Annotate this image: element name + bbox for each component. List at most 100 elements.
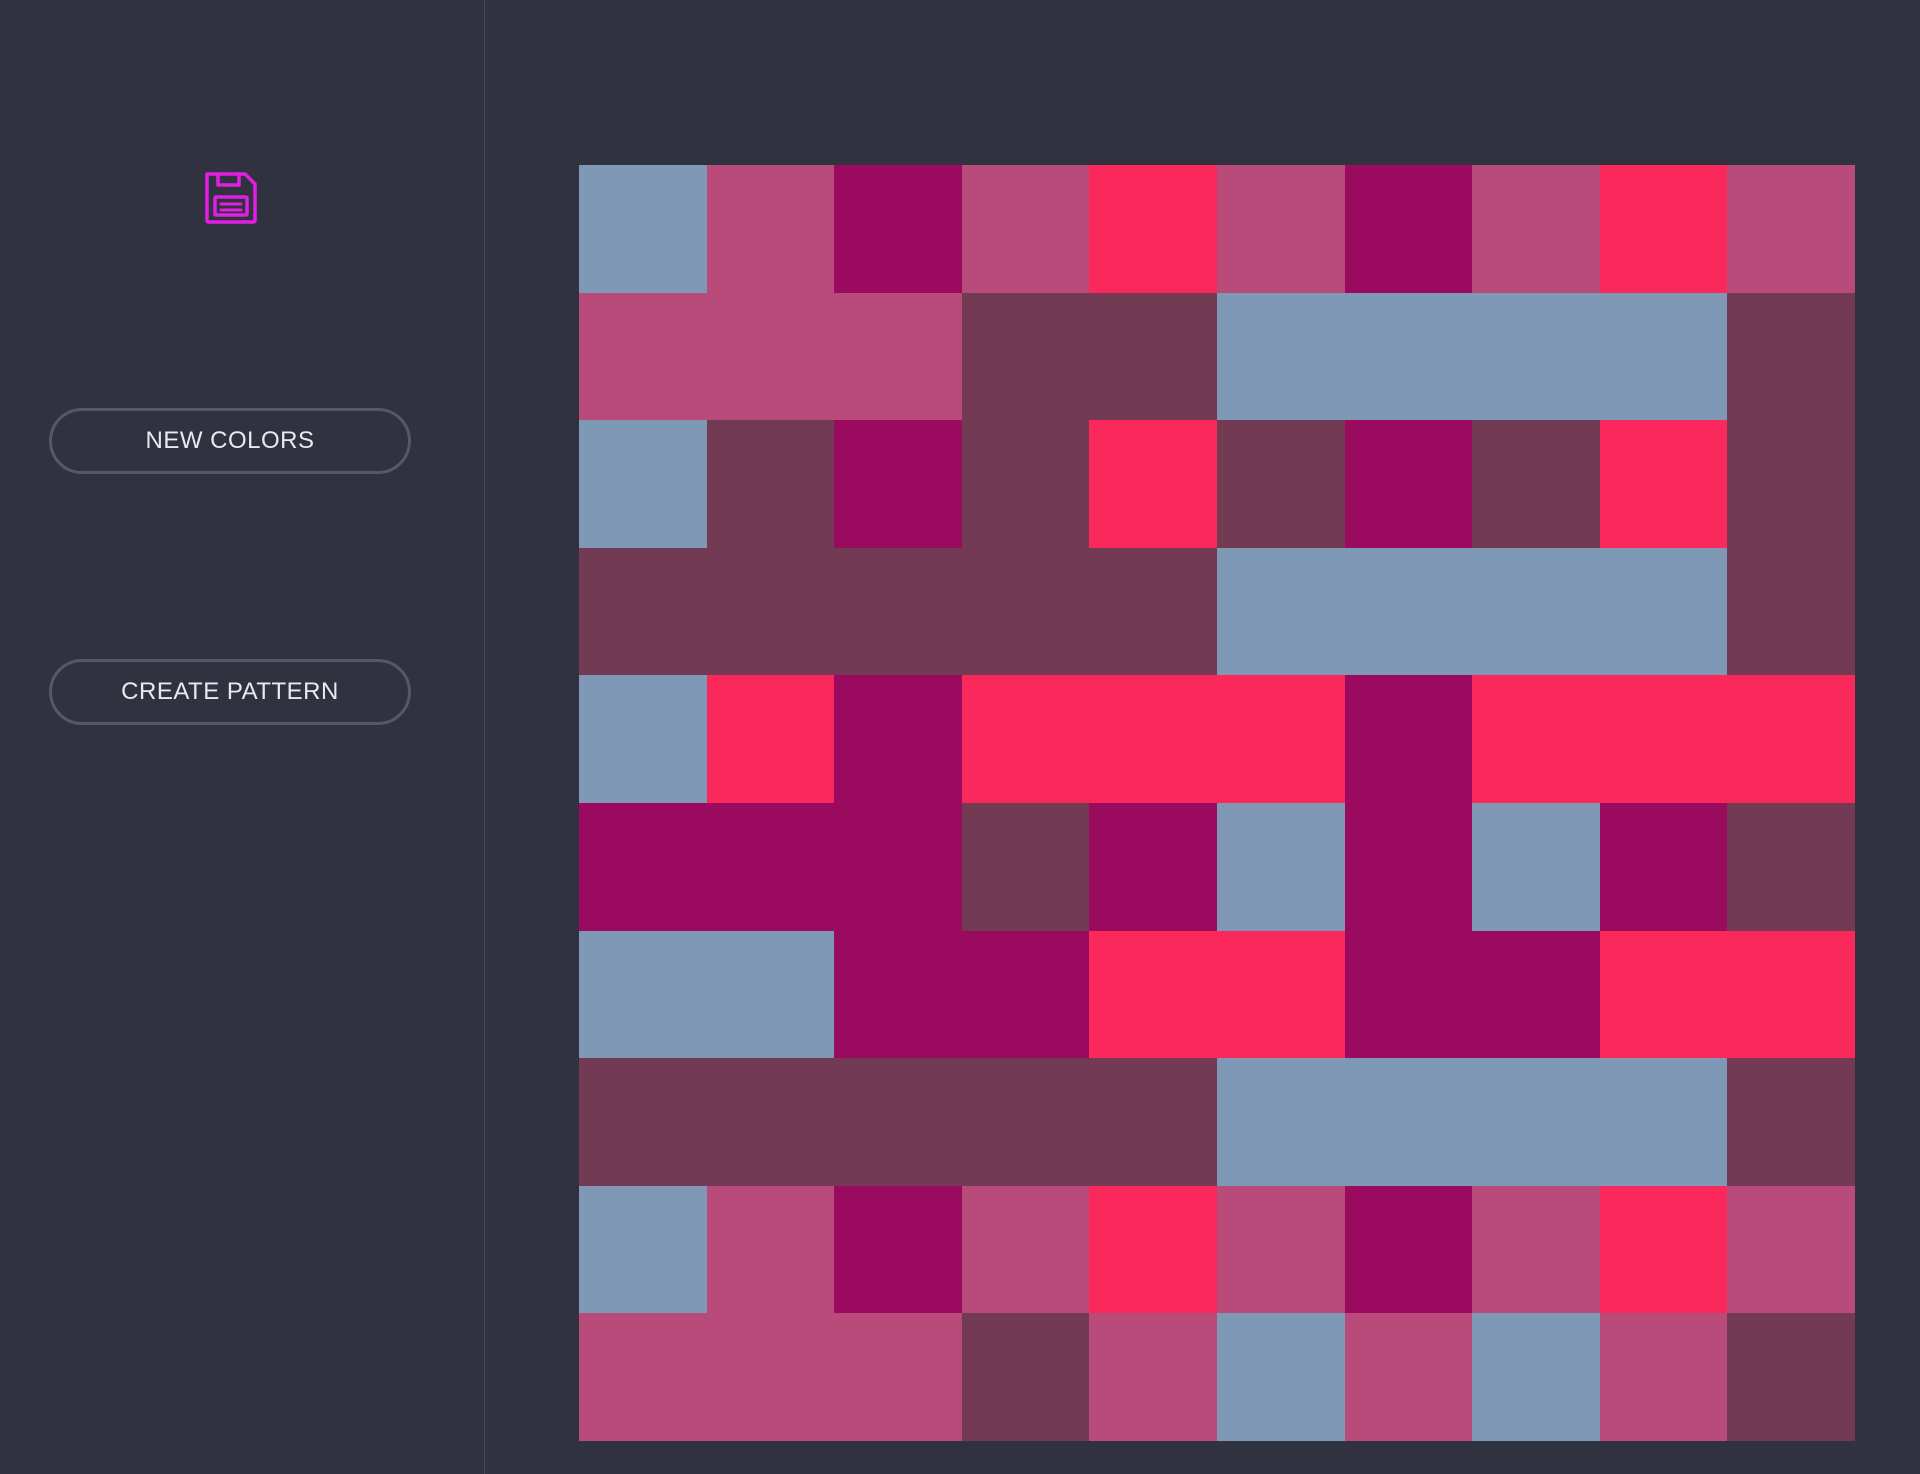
pattern-cell xyxy=(1727,675,1855,803)
pattern-cell xyxy=(1344,1313,1473,1441)
pattern-cell xyxy=(1089,420,1217,548)
pattern-cell xyxy=(1089,165,1217,293)
pattern-cell xyxy=(1089,930,1217,1059)
pattern-cell xyxy=(1472,1058,1600,1186)
pattern-cell xyxy=(1599,930,1728,1059)
pattern-cell xyxy=(1344,930,1473,1059)
pattern-cell xyxy=(834,930,962,1059)
pattern-cell xyxy=(1216,675,1345,803)
pattern-cell xyxy=(579,1313,707,1441)
pattern-cell xyxy=(1344,1058,1473,1186)
pattern-cell xyxy=(834,547,962,676)
pattern-cell xyxy=(579,802,707,931)
pattern-cell xyxy=(1727,1313,1855,1441)
pattern-cell xyxy=(1216,165,1345,293)
pattern-cell xyxy=(1216,292,1345,421)
pattern-cell xyxy=(1216,930,1345,1059)
pattern-cell xyxy=(1599,165,1728,293)
create-pattern-button[interactable]: CREATE PATTERN xyxy=(49,659,411,725)
pattern-cell xyxy=(1599,1313,1728,1441)
pattern-cell xyxy=(706,1313,835,1441)
pattern-cell xyxy=(834,675,962,803)
pattern-cell xyxy=(706,420,835,548)
pattern-cell xyxy=(706,930,835,1059)
pattern-cell xyxy=(1344,547,1473,676)
pattern-cell xyxy=(1216,802,1345,931)
floppy-disk-icon[interactable] xyxy=(201,167,261,227)
pattern-cell xyxy=(1727,547,1855,676)
sidebar: NEW COLORS CREATE PATTERN xyxy=(0,0,485,1474)
pattern-cell xyxy=(1344,675,1473,803)
pattern-cell xyxy=(834,1313,962,1441)
pattern-cell xyxy=(1472,802,1600,931)
pattern-cell xyxy=(706,165,835,293)
pattern-cell xyxy=(834,420,962,548)
pattern-cell xyxy=(579,292,707,421)
pattern-cell xyxy=(1472,547,1600,676)
pattern-cell xyxy=(1599,1185,1728,1314)
pattern-cell xyxy=(1089,802,1217,931)
pattern-cell xyxy=(1216,1185,1345,1314)
pattern-cell xyxy=(1599,1058,1728,1186)
pattern-cell xyxy=(706,675,835,803)
pattern-cell xyxy=(1216,1058,1345,1186)
app-window: NEW COLORS CREATE PATTERN xyxy=(0,0,1920,1474)
pattern-cell xyxy=(1344,165,1473,293)
pattern-cell xyxy=(1472,930,1600,1059)
pattern-cell xyxy=(1344,292,1473,421)
pattern-cell xyxy=(579,675,707,803)
pattern-cell xyxy=(1472,165,1600,293)
pattern-cell xyxy=(1089,547,1217,676)
pattern-cell xyxy=(1089,1313,1217,1441)
pattern-cell xyxy=(1472,675,1600,803)
pattern-cell xyxy=(961,547,1090,676)
pattern-cell xyxy=(706,1185,835,1314)
pattern-cell xyxy=(961,1058,1090,1186)
pattern-canvas-area xyxy=(485,0,1920,1474)
pattern-cell xyxy=(1344,1185,1473,1314)
pattern-cell xyxy=(1344,802,1473,931)
pattern-cell xyxy=(1727,1185,1855,1314)
pattern-cell xyxy=(1216,547,1345,676)
pattern-grid[interactable] xyxy=(579,165,1855,1441)
pattern-cell xyxy=(1727,165,1855,293)
pattern-cell xyxy=(1216,1313,1345,1441)
pattern-cell xyxy=(706,802,835,931)
pattern-cell xyxy=(1599,420,1728,548)
pattern-cell xyxy=(834,802,962,931)
pattern-cell xyxy=(1472,292,1600,421)
pattern-cell xyxy=(1727,292,1855,421)
pattern-cell xyxy=(961,292,1090,421)
pattern-cell xyxy=(1599,292,1728,421)
pattern-cell xyxy=(1599,802,1728,931)
pattern-cell xyxy=(706,547,835,676)
pattern-cell xyxy=(1089,1185,1217,1314)
pattern-cell xyxy=(1216,420,1345,548)
pattern-cell xyxy=(1344,420,1473,548)
pattern-cell xyxy=(1727,1058,1855,1186)
pattern-cell xyxy=(834,292,962,421)
pattern-cell xyxy=(834,1058,962,1186)
pattern-cell xyxy=(1472,1313,1600,1441)
pattern-cell xyxy=(579,420,707,548)
pattern-cell xyxy=(579,930,707,1059)
pattern-cell xyxy=(1727,802,1855,931)
pattern-cell xyxy=(1599,547,1728,676)
pattern-cell xyxy=(961,420,1090,548)
pattern-cell xyxy=(961,1185,1090,1314)
pattern-cell xyxy=(961,165,1090,293)
pattern-cell xyxy=(706,292,835,421)
pattern-cell xyxy=(1727,420,1855,548)
new-colors-button[interactable]: NEW COLORS xyxy=(49,408,411,474)
pattern-cell xyxy=(961,802,1090,931)
pattern-cell xyxy=(579,165,707,293)
pattern-cell xyxy=(1472,1185,1600,1314)
pattern-cell xyxy=(579,1058,707,1186)
pattern-cell xyxy=(1727,930,1855,1059)
pattern-cell xyxy=(1089,675,1217,803)
pattern-cell xyxy=(579,1185,707,1314)
pattern-cell xyxy=(834,165,962,293)
pattern-cell xyxy=(1089,1058,1217,1186)
pattern-cell xyxy=(961,675,1090,803)
pattern-cell xyxy=(1472,420,1600,548)
